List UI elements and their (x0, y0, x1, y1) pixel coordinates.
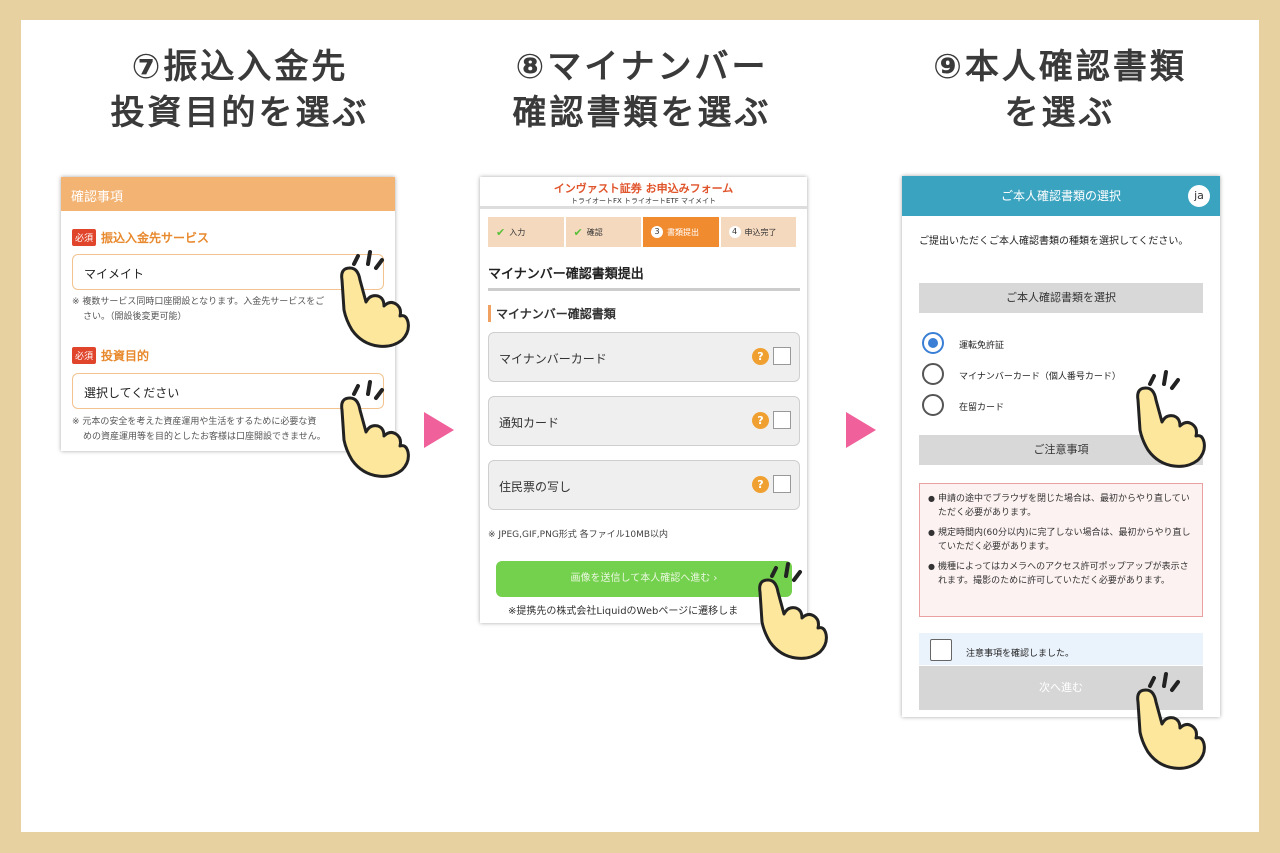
service-label-text: 振込入金先サービス (101, 231, 210, 245)
step-input: ✔ 入力 (488, 217, 564, 247)
notice-box: 申請の途中でブラウザを閉じた場合は、最初からやり直していただく必要があります。 … (919, 483, 1203, 617)
help-icon[interactable]: ? (752, 476, 769, 493)
help-icon[interactable]: ? (752, 412, 769, 429)
file-note: ※ JPEG,GIF,PNG形式 各ファイル10MB以内 (488, 530, 669, 540)
step9-heading-line1: ⑨本人確認書類 (933, 47, 1187, 87)
pointing-hand-icon (1136, 370, 1206, 468)
panel-mynumber-docs: インヴァスト証券 お申込みフォーム トライオートFX トライオートETF マイメ… (480, 177, 807, 623)
step-label: 申込完了 (744, 227, 777, 237)
step-number: 3 (651, 226, 663, 238)
check-icon: ✔ (573, 225, 583, 239)
radio-drivers-license[interactable] (922, 332, 944, 354)
next-arrow-icon (846, 412, 876, 448)
step-complete: 4 申込完了 (720, 217, 796, 247)
confirm-header: 確認事項 (61, 177, 395, 211)
step-number: 4 (728, 226, 741, 238)
notice-item: 機種によってはカメラへのアクセス許可ポップアップが表示されます。撮影のために許可… (928, 560, 1194, 588)
step8-heading-line1: ⑧マイナンバー (515, 47, 769, 87)
step7-heading-line1: ⑦振込入金先 (131, 47, 349, 87)
brand-title: インヴァスト証券 お申込みフォーム (553, 182, 734, 195)
option-notification-card[interactable]: 通知カード ? (488, 396, 800, 446)
avatar[interactable]: ja (1188, 185, 1210, 207)
option-label: マイナンバーカード (499, 352, 607, 366)
step9-heading-line2: を選ぶ (1004, 93, 1116, 133)
page-title: マイナンバー確認書類提出 (488, 263, 800, 291)
brand-logos: トライオートFX トライオートETF マイメイト (571, 197, 716, 205)
radio-residence-card[interactable] (922, 394, 944, 416)
checkbox[interactable] (773, 475, 791, 493)
confirm-label: 注意事項を確認しました。 (966, 649, 1075, 659)
confirm-checkbox[interactable] (930, 639, 952, 661)
pointing-hand-icon (340, 380, 410, 478)
purpose-label-text: 投資目的 (101, 349, 150, 363)
radio-mynumber-card[interactable] (922, 363, 944, 385)
select-bar: ご本人確認書類を選択 (919, 283, 1203, 313)
step9-heading: ⑨本人確認書類 を選ぶ (900, 44, 1220, 136)
step-label: 書類提出 (667, 227, 699, 237)
next-arrow-icon (424, 412, 454, 448)
pointing-hand-icon (1136, 672, 1206, 770)
step-label: 確認 (586, 227, 603, 237)
footer-note: ※提携先の株式会社LiquidのWebページに遷移しま (508, 606, 739, 617)
step8-heading: ⑧マイナンバー 確認書類を選ぶ (482, 44, 802, 136)
pointing-hand-icon (340, 250, 410, 348)
step-documents: 3 書類提出 (643, 217, 719, 247)
step-label: 入力 (509, 227, 526, 237)
step7-heading: ⑦振込入金先 投資目的を選ぶ (80, 44, 400, 136)
help-icon[interactable]: ? (752, 348, 769, 365)
notice-item: 規定時間内(60分以内)に完了しない場合は、最初からやり直していただく必要があり… (928, 526, 1194, 554)
checkbox[interactable] (773, 347, 791, 365)
check-icon: ✔ (496, 225, 506, 239)
purpose-label: 必須 投資目的 (72, 347, 149, 364)
identity-header: ご本人確認書類の選択 ja (902, 176, 1220, 216)
notice-item: 申請の途中でブラウザを閉じた場合は、最初からやり直していただく必要があります。 (928, 492, 1194, 520)
radio-label: 在留カード (959, 403, 1005, 413)
intro-text: ご提出いただくご本人確認書類の種類を選択してください。 (919, 236, 1189, 247)
required-badge: 必須 (72, 347, 97, 364)
option-label: 通知カード (499, 416, 560, 430)
option-resident-copy[interactable]: 住民票の写し ? (488, 460, 800, 510)
service-label: 必須 振込入金先サービス (72, 229, 209, 246)
section-subtitle: マイナンバー確認書類 (488, 305, 616, 322)
radio-label: マイナンバーカード（個人番号カード） (959, 372, 1121, 382)
option-label: 住民票の写し (499, 480, 572, 494)
progress-steps: ✔ 入力 ✔ 確認 3 書類提出 4 申込完了 (488, 217, 798, 247)
radio-label: 運転免許証 (959, 341, 1005, 351)
brand-bar: インヴァスト証券 お申込みフォーム トライオートFX トライオートETF マイメ… (480, 177, 807, 209)
option-mynumber-card[interactable]: マイナンバーカード ? (488, 332, 800, 382)
identity-header-title: ご本人確認書類の選択 (1000, 189, 1121, 203)
pointing-hand-icon (758, 562, 828, 660)
required-badge: 必須 (72, 229, 97, 246)
step-confirm: ✔ 確認 (565, 217, 641, 247)
step8-heading-line2: 確認書類を選ぶ (512, 93, 772, 133)
step7-heading-line2: 投資目的を選ぶ (110, 93, 370, 133)
checkbox[interactable] (773, 411, 791, 429)
